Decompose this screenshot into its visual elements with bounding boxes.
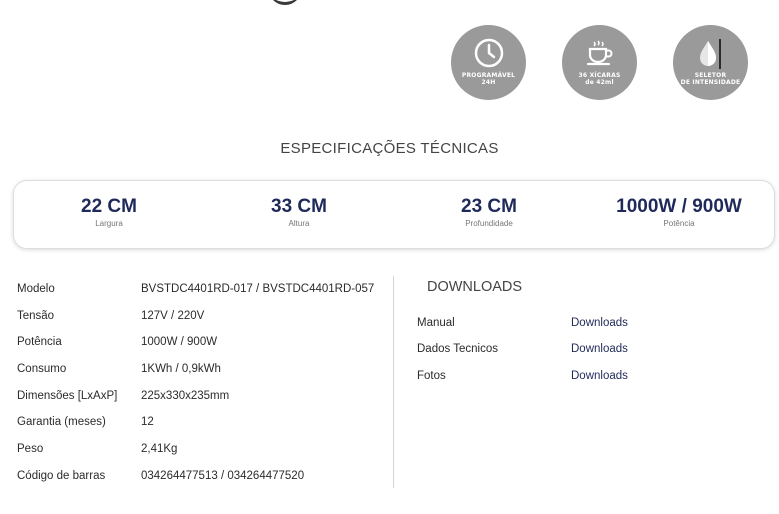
clock-icon [474, 38, 503, 68]
column-divider [393, 276, 394, 488]
feature-label: SELETOR DE INTENSIDADE [680, 72, 741, 86]
dimensions-card: 22 CM Largura 33 CM Altura 23 CM Profund… [13, 180, 775, 249]
download-link-manual[interactable]: Downloads [571, 317, 628, 329]
dimension-power: 1000W / 900W Potência [616, 196, 742, 228]
feature-badge-cups: 36 XÍCARAS de 42ml [562, 25, 637, 100]
dimension-height: 33 CM Altura [271, 196, 327, 228]
download-link-technical-data[interactable]: Downloads [571, 343, 628, 355]
feature-label: PROGRAMÁVEL 24H [461, 72, 516, 86]
feature-label: 36 XÍCARAS de 42ml [578, 72, 621, 86]
section-title: ESPECIFICAÇÕES TÉCNICAS [280, 140, 499, 157]
coffee-cup-icon [586, 40, 612, 66]
downloads-title: DOWNLOADS [427, 279, 523, 295]
intensity-drop-icon [699, 39, 721, 69]
download-link-photos[interactable]: Downloads [571, 370, 628, 382]
product-image-edge [268, 0, 302, 5]
dimension-depth: 23 CM Profundidade [461, 196, 517, 228]
dimension-width: 22 CM Largura [81, 196, 137, 228]
feature-badge-intensity: SELETOR DE INTENSIDADE [673, 25, 748, 100]
feature-badge-programmable: PROGRAMÁVEL 24H [451, 25, 526, 100]
